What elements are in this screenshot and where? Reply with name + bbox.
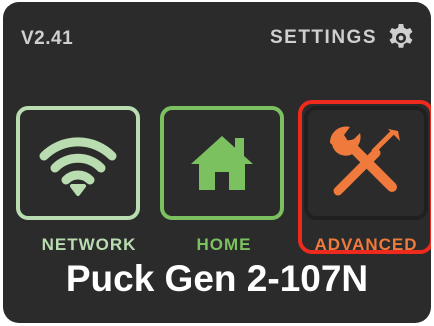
- settings-label: SETTINGS: [269, 27, 377, 48]
- tools-icon: [308, 110, 424, 216]
- gear-icon: [389, 24, 413, 48]
- advanced-label: ADVANCED: [314, 235, 418, 254]
- home-icon: [164, 110, 280, 216]
- wifi-icon: [20, 110, 136, 216]
- network-label: NETWORK: [41, 235, 137, 254]
- home-tile[interactable]: [160, 106, 284, 220]
- firmware-version: V2.41: [21, 28, 74, 49]
- home-label: HOME: [196, 235, 252, 254]
- settings-button[interactable]: SETTINGS: [270, 22, 417, 54]
- device-name: Puck Gen 2-107N: [65, 258, 369, 299]
- advanced-tile[interactable]: [304, 106, 428, 220]
- network-tile[interactable]: [16, 106, 140, 220]
- device-screen: V2.41 SETTINGS NETWORK HOME ADVANCED Puc…: [3, 2, 431, 323]
